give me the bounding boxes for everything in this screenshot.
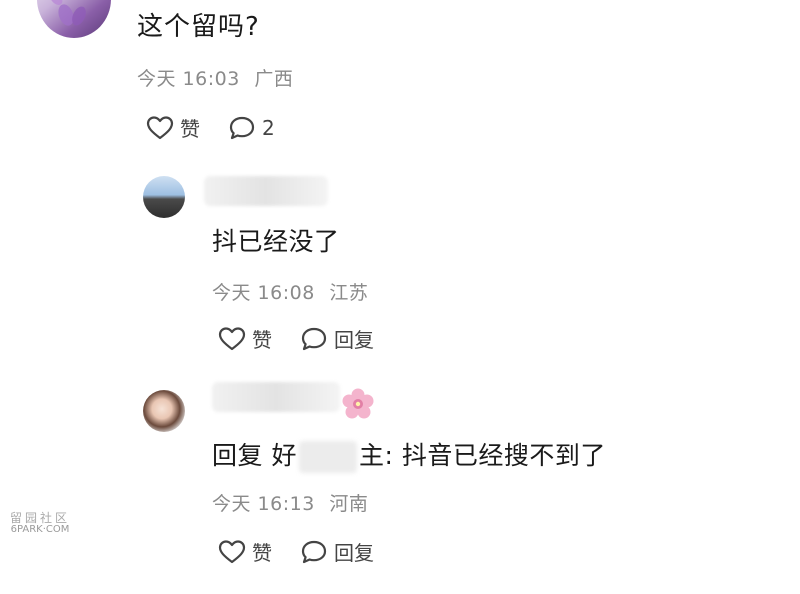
comment-location: 广西 (254, 68, 294, 90)
reply-meta: 今天 16:08 江苏 (212, 278, 368, 305)
avatar[interactable] (143, 390, 185, 432)
like-button[interactable]: 赞 (218, 537, 272, 566)
watermark-line1: 留园社区 (10, 511, 71, 525)
heart-icon (146, 115, 174, 141)
mention-partial: 主 (358, 441, 385, 470)
reply-label: 回复 (334, 541, 374, 565)
comment-bubble-icon (300, 539, 328, 565)
like-label: 赞 (252, 328, 272, 352)
reply-text: 抖已经没了 (212, 227, 340, 256)
mention-redacted (298, 441, 357, 473)
reply-button[interactable]: 回复 (300, 537, 374, 566)
heart-icon (218, 326, 246, 352)
comment-meta: 今天 16:03 广西 (137, 64, 293, 91)
comment-bubble-icon (228, 115, 256, 141)
reply-prefix: 回复 (212, 441, 272, 470)
like-button[interactable]: 赞 (146, 113, 200, 142)
reply-meta: 今天 16:13 河南 (212, 489, 368, 516)
avatar[interactable] (37, 0, 111, 38)
reply-label: 回复 (334, 328, 374, 352)
heart-icon (218, 539, 246, 565)
reply-count-button[interactable]: 2 (228, 115, 275, 141)
reply-time: 今天 16:08 (212, 282, 315, 304)
flower-emoji-icon (342, 388, 374, 424)
reply-button[interactable]: 回复 (300, 324, 374, 353)
avatar[interactable] (143, 176, 185, 218)
reply-count: 2 (262, 115, 275, 140)
watermark: 留园社区 6PARK·COM (10, 512, 70, 536)
reply-time: 今天 16:13 (212, 493, 315, 515)
like-label: 赞 (180, 117, 200, 141)
watermark-line2: 6PARK·COM (10, 524, 70, 535)
reply-text: 回复 好 主: 抖音已经搜不到了 (212, 436, 606, 473)
reply-body: : 抖音已经搜不到了 (384, 441, 606, 470)
reply-actions: 赞 回复 (218, 537, 374, 566)
reply-location: 河南 (329, 493, 369, 515)
comment-text: 这个留吗? (137, 12, 260, 42)
like-label: 赞 (252, 541, 272, 565)
reply-actions: 赞 回复 (218, 324, 374, 353)
comment-bubble-icon (300, 326, 328, 352)
username-redacted (212, 382, 340, 412)
reply-location: 江苏 (329, 282, 369, 304)
like-button[interactable]: 赞 (218, 324, 272, 353)
mention-partial: 好 (271, 441, 297, 470)
comment-thread: 这个留吗? 今天 16:03 广西 赞 2 抖已经没了 今天 16:08 江苏 (0, 0, 800, 594)
comment-time: 今天 16:03 (137, 68, 240, 90)
comment-actions: 赞 2 (146, 113, 275, 142)
username-redacted (204, 176, 328, 206)
